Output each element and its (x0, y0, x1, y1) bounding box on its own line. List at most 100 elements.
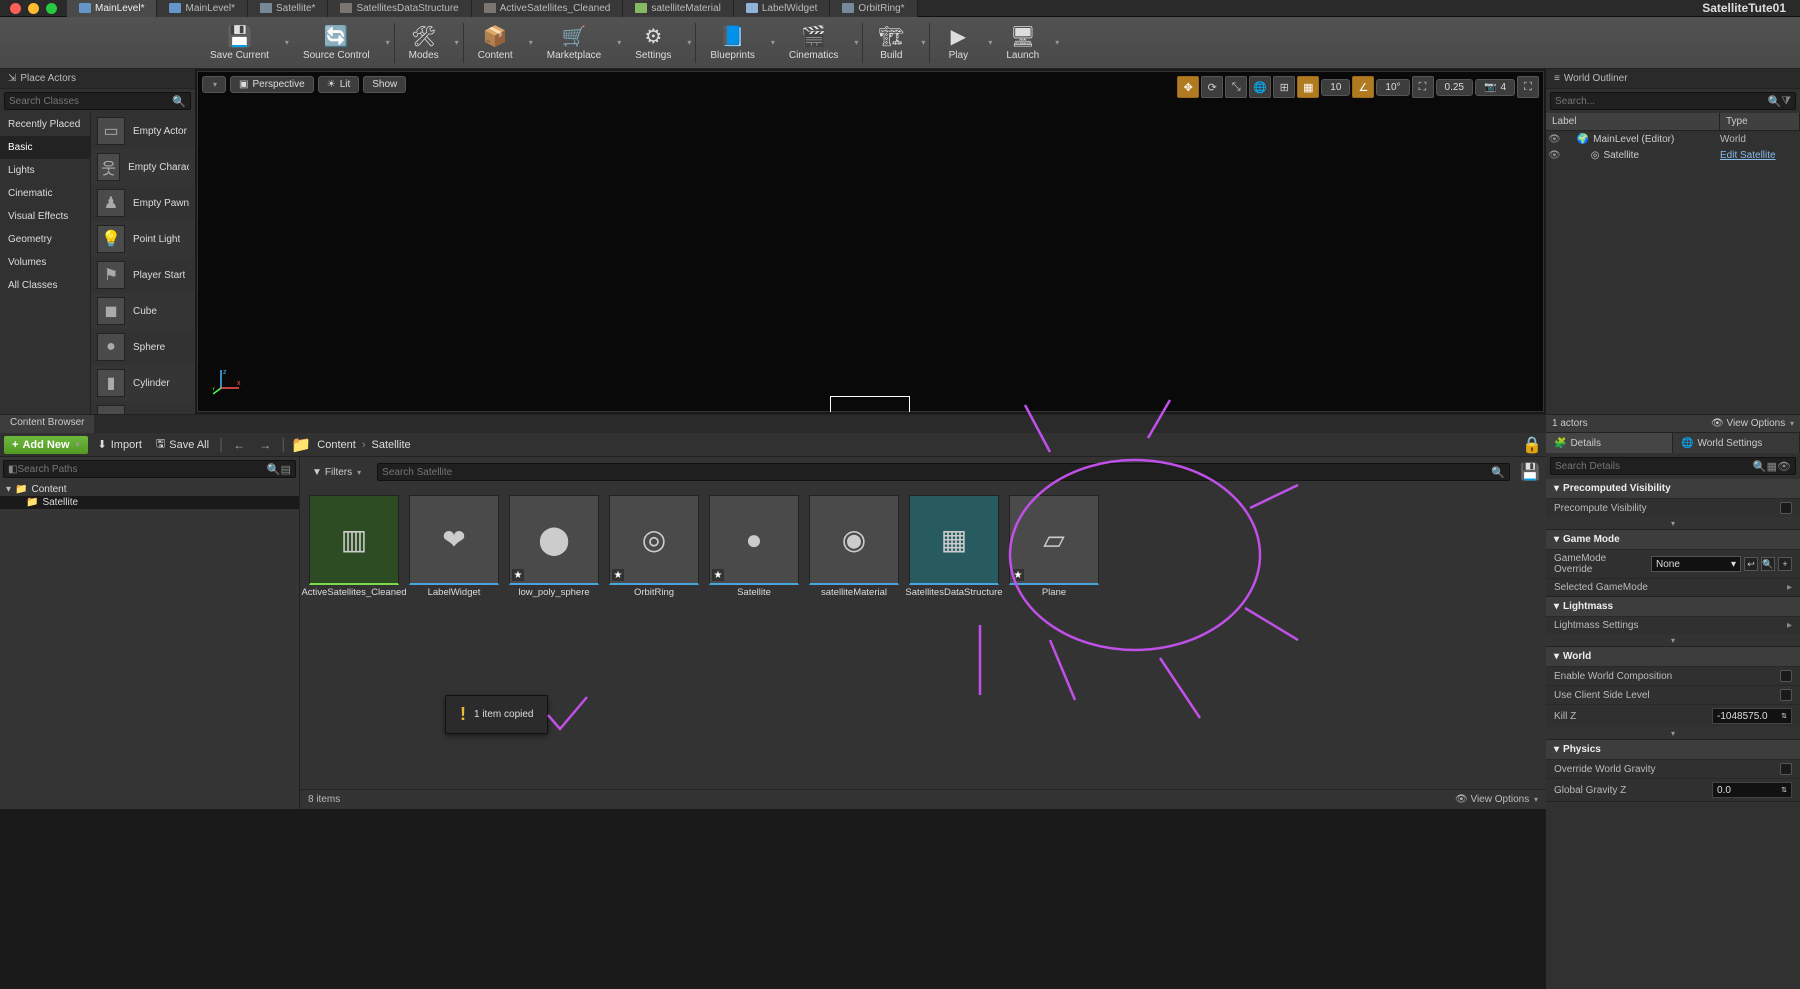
chevron-down-icon[interactable]: ▾ (921, 38, 925, 47)
back-icon[interactable]: ↩ (1744, 557, 1758, 571)
expand-icon[interactable]: ▸ (1787, 620, 1792, 631)
document-tab[interactable]: ActiveSatellites_Cleaned (472, 0, 624, 17)
outliner-col-label[interactable]: Label (1546, 113, 1720, 130)
section-expand-bar[interactable]: ▾ (1546, 634, 1800, 646)
path-search[interactable]: ◧ 🔍 ▤ (3, 460, 296, 478)
eye-icon[interactable]: 👁 (1777, 460, 1791, 473)
add-new-button[interactable]: +Add New▾ (4, 436, 88, 454)
visibility-icon[interactable]: 👁 (1546, 134, 1563, 145)
filters-button[interactable]: ▼Filters▾ (306, 465, 367, 480)
toolbar-cinematics-button[interactable]: 🎬Cinematics (779, 19, 848, 67)
number-field[interactable]: 0.0⇅ (1712, 782, 1792, 798)
asset-tile[interactable]: ❤LabelWidget (408, 495, 500, 598)
document-tab[interactable]: Satellite* (248, 0, 328, 17)
angle-snap-toggle[interactable]: ∠ (1352, 76, 1374, 98)
lock-icon[interactable]: 🔒 (1522, 435, 1542, 455)
document-tab[interactable]: LabelWidget (734, 0, 831, 17)
spinner-icon[interactable]: ⇅ (1781, 786, 1787, 794)
chevron-down-icon[interactable]: ▾ (988, 38, 992, 47)
path-search-input[interactable] (17, 464, 266, 475)
grid-snap-toggle[interactable]: ▦ (1297, 76, 1319, 98)
scale-snap-toggle[interactable]: ⛶ (1412, 76, 1434, 98)
crumb-content[interactable]: Content (317, 439, 356, 451)
actor-row[interactable]: ♟Empty Pawn (91, 185, 195, 221)
toolbar-source-control-button[interactable]: 🔄Source Control (293, 19, 380, 67)
section-header[interactable]: ▾World (1546, 647, 1800, 666)
actor-row[interactable]: ▭Empty Actor (91, 113, 195, 149)
chevron-down-icon[interactable]: ▾ (771, 38, 775, 47)
folder-icon[interactable]: 📁 (291, 435, 311, 455)
collapse-icon[interactable]: ▤ (281, 463, 291, 476)
surface-snap-toggle[interactable]: ⊞ (1273, 76, 1295, 98)
outliner-row[interactable]: 👁🌍MainLevel (Editor)World (1546, 131, 1800, 147)
rotate-gizmo-button[interactable]: ⟳ (1201, 76, 1223, 98)
chevron-down-icon[interactable]: ▾ (285, 38, 289, 47)
toolbar-save-current-button[interactable]: 💾Save Current (200, 19, 279, 67)
asset-tile[interactable]: ▱★Plane (1008, 495, 1100, 598)
asset-search-input[interactable] (382, 467, 1491, 478)
section-header[interactable]: ▾Physics (1546, 740, 1800, 759)
actor-category-cinematic[interactable]: Cinematic (0, 182, 90, 205)
level-viewport[interactable]: ▾ ▣Perspective ☀Lit Show ✥ ⟳ ⤡ 🌐 ⊞ ▦ 10 … (197, 71, 1544, 412)
toolbar-build-button[interactable]: 🏗Build (867, 19, 915, 67)
spinner-icon[interactable]: ⇅ (1781, 712, 1787, 720)
place-actors-search[interactable]: 🔍 (4, 92, 191, 110)
maximize-window-icon[interactable] (46, 3, 57, 14)
asset-tile[interactable]: ●★Satellite (708, 495, 800, 598)
actor-row[interactable]: ◼Cube (91, 293, 195, 329)
scale-gizmo-button[interactable]: ⤡ (1225, 76, 1247, 98)
checkbox[interactable] (1780, 670, 1792, 682)
outliner-search-input[interactable] (1555, 96, 1767, 107)
actor-row[interactable]: ▮Cylinder (91, 365, 195, 401)
expand-icon[interactable]: ▸ (1787, 582, 1792, 593)
document-tab[interactable]: MainLevel* (157, 0, 247, 17)
number-field[interactable]: -1048575.0⇅ (1712, 708, 1792, 724)
property-matrix-icon[interactable]: ▦ (1767, 460, 1777, 473)
viewport-perspective-dropdown[interactable]: ▣Perspective (230, 76, 314, 93)
actor-category-volumes[interactable]: Volumes (0, 251, 90, 274)
chevron-down-icon[interactable]: ▾ (455, 38, 459, 47)
search-classes-input[interactable] (9, 96, 172, 107)
viewport-maximize-button[interactable]: ⛶ (1517, 76, 1539, 98)
toolbar-content-button[interactable]: 📦Content (468, 19, 523, 67)
actor-category-visual-effects[interactable]: Visual Effects (0, 205, 90, 228)
viewport-options-dropdown[interactable]: ▾ (202, 76, 226, 93)
document-tab[interactable]: SatellitesDataStructure (328, 0, 471, 17)
filter-icon[interactable]: ⧩ (1781, 95, 1791, 108)
expand-icon[interactable]: ▾ (6, 484, 11, 495)
grid-snap-value[interactable]: 10 (1321, 79, 1350, 96)
asset-tile[interactable]: ▥ActiveSatellites_Cleaned (308, 495, 400, 598)
combo-box[interactable]: None▾ (1651, 556, 1741, 572)
checkbox[interactable] (1780, 763, 1792, 775)
coord-space-toggle[interactable]: 🌐 (1249, 76, 1271, 98)
actor-category-geometry[interactable]: Geometry (0, 228, 90, 251)
actor-category-all-classes[interactable]: All Classes (0, 274, 90, 297)
details-search[interactable]: 🔍 ▦ 👁 (1550, 457, 1796, 475)
actor-category-recently-placed[interactable]: Recently Placed (0, 113, 90, 136)
document-tab[interactable]: OrbitRing* (830, 0, 917, 17)
asset-tile[interactable]: ▦SatellitesDataStructure (908, 495, 1000, 598)
tree-folder[interactable]: ▾📁Content (0, 483, 299, 496)
document-tab[interactable]: satelliteMaterial (623, 0, 733, 17)
toolbar-settings-button[interactable]: ⚙Settings (625, 19, 681, 67)
document-tab[interactable]: MainLevel* (67, 0, 157, 17)
chevron-down-icon[interactable]: ▾ (617, 38, 621, 47)
section-header[interactable]: ▾Game Mode (1546, 530, 1800, 549)
row-type[interactable]: Edit Satellite (1720, 150, 1800, 161)
actor-row[interactable]: 💡Point Light (91, 221, 195, 257)
tree-folder[interactable]: 📁Satellite (0, 496, 299, 509)
import-button[interactable]: ⬇Import (94, 435, 146, 454)
actor-row[interactable]: ⚑Player Start (91, 257, 195, 293)
toolbar-marketplace-button[interactable]: 🛒Marketplace (537, 19, 611, 67)
section-expand-bar[interactable]: ▾ (1546, 727, 1800, 739)
view-options-button[interactable]: 👁 View Options ▾ (1455, 794, 1538, 805)
outliner-row[interactable]: 👁◎SatelliteEdit Satellite (1546, 147, 1800, 163)
toolbar-blueprints-button[interactable]: 📘Blueprints (700, 19, 764, 67)
section-expand-bar[interactable]: ▾ (1546, 517, 1800, 529)
save-all-button[interactable]: 🖫Save All (152, 432, 213, 457)
viewport-show-dropdown[interactable]: Show (363, 76, 406, 93)
outliner-col-type[interactable]: Type (1720, 113, 1800, 130)
angle-snap-value[interactable]: 10° (1376, 79, 1409, 96)
checkbox[interactable] (1780, 502, 1792, 514)
chevron-down-icon[interactable]: ▾ (386, 38, 390, 47)
